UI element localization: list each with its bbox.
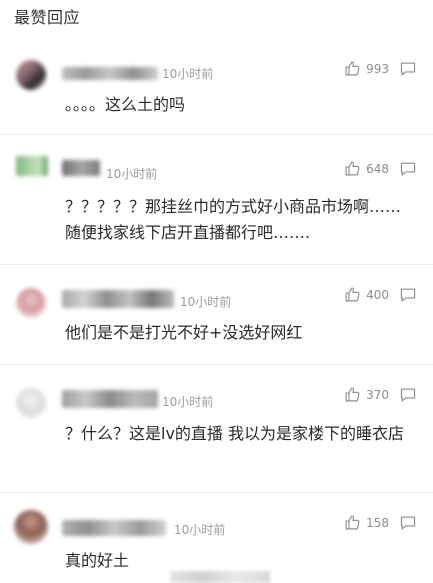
like-button[interactable]: 648 (344, 160, 389, 177)
username-blurred[interactable] (62, 520, 166, 536)
like-button[interactable]: 158 (344, 514, 389, 531)
like-count: 370 (366, 387, 389, 402)
section-title: 最赞回应 (14, 8, 81, 27)
watermark-blurred (170, 571, 270, 583)
comment-item: 10小时前 648 ？？？？？那挂丝巾的方式好小商品市场啊……随便找家线下店开直… (0, 134, 433, 265)
comment-bubble-icon[interactable] (399, 387, 417, 403)
avatar[interactable] (16, 60, 46, 90)
like-button[interactable]: 993 (344, 60, 389, 77)
thumbs-up-icon (345, 287, 360, 302)
thumbs-up-icon (345, 61, 360, 76)
like-button[interactable]: 400 (344, 286, 389, 303)
thumbs-up-icon (345, 387, 360, 402)
thumbs-up-icon (345, 515, 360, 530)
comment-text: 。。。。这么土的吗 (65, 95, 186, 114)
comment-item: 10小时前 400 他们是不是打光不好+没选好网红 (0, 264, 433, 365)
like-count: 400 (366, 287, 389, 302)
avatar[interactable] (14, 510, 48, 544)
avatar[interactable] (16, 288, 46, 318)
comment-item: 10小时前 370 ？什么？这是lv的直播 我以为是家楼下的睡衣店 (0, 364, 433, 493)
comment-time: 10小时前 (162, 67, 214, 81)
avatar[interactable] (16, 156, 48, 176)
comment-text: ？？？？？那挂丝巾的方式好小商品市场啊……随便找家线下店开直播都行吧……. (65, 197, 402, 242)
like-count: 158 (366, 515, 389, 530)
comment-time: 10小时前 (174, 523, 226, 537)
comment-time: 10小时前 (106, 167, 158, 181)
comment-text: ？什么？这是lv的直播 我以为是家楼下的睡衣店 (65, 424, 405, 443)
comment-bubble-icon[interactable] (399, 287, 417, 303)
comment-item: 10小时前 158 真的好土 (0, 492, 433, 581)
avatar[interactable] (16, 388, 46, 418)
username-blurred[interactable] (62, 290, 174, 308)
comment-bubble-icon[interactable] (399, 161, 417, 177)
username-blurred[interactable] (62, 67, 158, 80)
like-count: 993 (366, 61, 389, 76)
comment-item: 10小时前 993 。。。。这么土的吗 (0, 46, 433, 135)
thumbs-up-icon (345, 161, 360, 176)
username-blurred[interactable] (62, 160, 100, 176)
comment-time: 10小时前 (180, 295, 232, 309)
like-button[interactable]: 370 (344, 386, 389, 403)
comment-text: 他们是不是打光不好+没选好网红 (65, 323, 303, 342)
like-count: 648 (366, 161, 389, 176)
comment-time: 10小时前 (162, 395, 214, 409)
username-blurred[interactable] (62, 390, 158, 408)
comment-bubble-icon[interactable] (399, 515, 417, 531)
comment-bubble-icon[interactable] (399, 61, 417, 77)
